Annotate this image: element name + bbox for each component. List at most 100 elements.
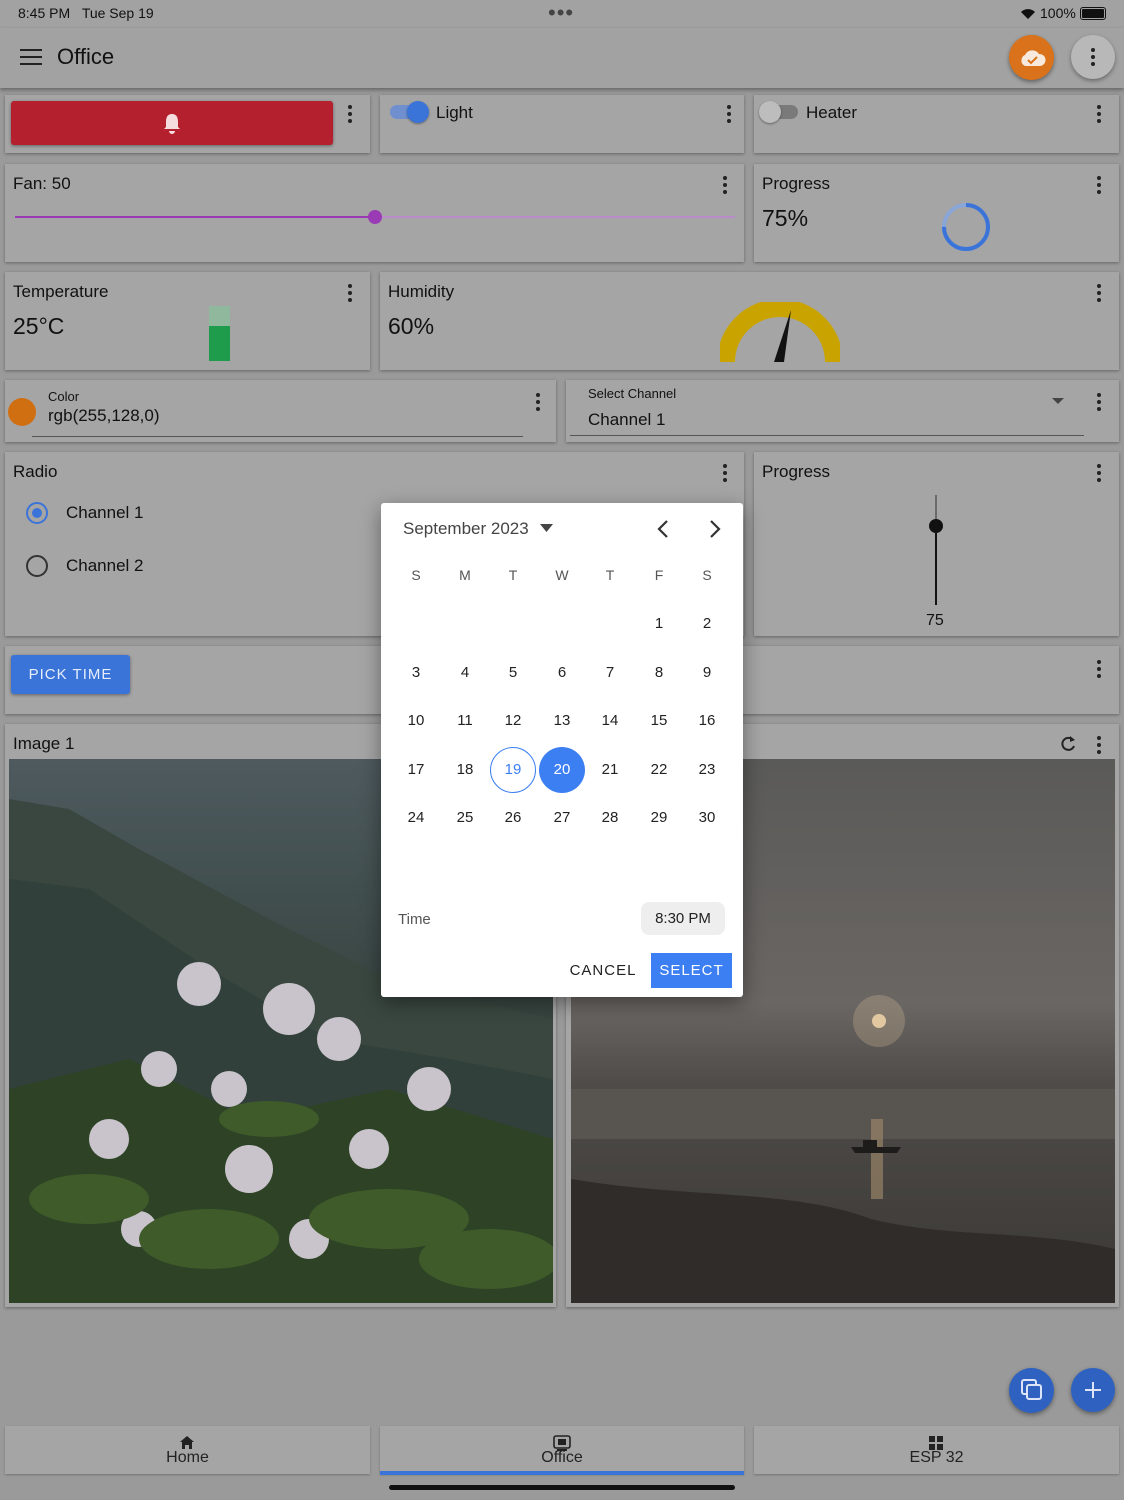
vertical-slider-thumb[interactable]	[929, 519, 943, 533]
card-menu-icon[interactable]	[348, 105, 352, 126]
radio-channel-2[interactable]	[26, 555, 48, 577]
previous-month-icon[interactable]	[656, 519, 670, 539]
copy-icon	[1021, 1379, 1042, 1400]
app-bar: Office	[0, 28, 1124, 88]
calendar-day[interactable]: 7	[587, 650, 633, 696]
calendar-day[interactable]: 23	[684, 747, 730, 793]
card-menu-icon[interactable]	[1097, 736, 1101, 757]
alarm-button[interactable]	[11, 101, 333, 145]
calendar-day[interactable]: 14	[587, 698, 633, 744]
tab-esp32-label: ESP 32	[909, 1449, 964, 1466]
calendar-day[interactable]: 26	[490, 795, 536, 841]
humidity-value: 60%	[388, 313, 435, 339]
grid-icon	[929, 1436, 943, 1450]
calendar-day[interactable]: 29	[636, 795, 682, 841]
radio-title: Radio	[13, 462, 58, 481]
weekday-header: M	[459, 567, 471, 583]
vertical-slider-track[interactable]	[929, 495, 943, 605]
calendar-day[interactable]: 4	[442, 650, 488, 696]
progress-value: 75%	[762, 205, 809, 231]
refresh-icon[interactable]	[1059, 735, 1077, 753]
calendar-day[interactable]: 17	[393, 747, 439, 793]
pick-time-button[interactable]: PICK TIME	[11, 655, 130, 694]
calendar-day[interactable]: 28	[587, 795, 633, 841]
calendar-day[interactable]: 10	[393, 698, 439, 744]
card-menu-icon[interactable]	[1097, 464, 1101, 485]
weekday-header: T	[605, 567, 615, 583]
progress2-value: 75	[926, 612, 944, 629]
humidity-gauge	[720, 302, 840, 363]
tab-office-label: Office	[541, 1449, 583, 1466]
light-toggle[interactable]	[390, 101, 429, 123]
fan-card: Fan: 50	[5, 164, 744, 262]
calendar-day[interactable]: 3	[393, 650, 439, 696]
calendar-day[interactable]: 16	[684, 698, 730, 744]
calendar-day[interactable]: 27	[539, 795, 585, 841]
temperature-title: Temperature	[13, 282, 109, 301]
calendar-day[interactable]: 1	[636, 601, 682, 647]
tab-home[interactable]: Home	[5, 1426, 370, 1474]
add-fab[interactable]	[1071, 1368, 1115, 1412]
dropdown-arrow-icon[interactable]	[1052, 398, 1064, 406]
fan-label: Fan: 50	[13, 174, 71, 193]
plus-icon	[1085, 1382, 1101, 1398]
tab-esp32[interactable]: ESP 32	[754, 1426, 1119, 1474]
calendar-day[interactable]: 8	[636, 650, 682, 696]
calendar-day-selected[interactable]: 20	[539, 746, 585, 793]
home-icon	[180, 1436, 194, 1449]
heater-toggle[interactable]	[759, 101, 798, 123]
fan-slider-thumb[interactable]	[368, 210, 382, 224]
menu-icon[interactable]	[20, 49, 42, 65]
tab-office[interactable]: Office	[380, 1426, 744, 1475]
card-menu-icon[interactable]	[1097, 284, 1101, 305]
month-year-label[interactable]: September 2023	[403, 519, 529, 539]
calendar-day[interactable]: 15	[636, 698, 682, 744]
weekday-header: T	[508, 567, 518, 583]
calendar-day[interactable]: 13	[539, 698, 585, 744]
progress-slider-card: Progress 75	[754, 452, 1119, 636]
copy-fab[interactable]	[1009, 1368, 1054, 1413]
time-value-button[interactable]: 8:30 PM	[641, 902, 725, 935]
calendar-day[interactable]: 12	[490, 698, 536, 744]
home-indicator[interactable]	[389, 1485, 735, 1490]
fan-slider-track[interactable]	[15, 210, 735, 224]
cloud-sync-button[interactable]	[1009, 35, 1054, 80]
calendar-day[interactable]: 18	[442, 747, 488, 793]
calendar-day[interactable]: 21	[587, 747, 633, 793]
calendar-day[interactable]: 30	[684, 795, 730, 841]
calendar-day[interactable]: 9	[684, 650, 730, 696]
color-swatch[interactable]	[8, 398, 36, 426]
calendar-day[interactable]: 5	[490, 650, 536, 696]
card-menu-icon[interactable]	[723, 464, 727, 485]
card-menu-icon[interactable]	[727, 105, 731, 126]
status-time: 8:45 PM Tue Sep 19	[18, 5, 154, 21]
calendar-day[interactable]: 22	[636, 747, 682, 793]
calendar-day[interactable]: 6	[539, 650, 585, 696]
card-menu-icon[interactable]	[1097, 393, 1101, 414]
card-menu-icon[interactable]	[1097, 176, 1101, 197]
calendar-day[interactable]: 24	[393, 795, 439, 841]
select-field-value[interactable]: Channel 1	[588, 410, 666, 430]
cancel-button[interactable]: CANCEL	[563, 954, 643, 988]
humidity-title: Humidity	[388, 282, 455, 301]
radio-label-2: Channel 2	[66, 556, 144, 575]
card-menu-icon[interactable]	[1097, 660, 1101, 681]
month-dropdown-icon[interactable]	[540, 524, 553, 532]
next-month-icon[interactable]	[708, 519, 722, 539]
calendar-day-today[interactable]: 19	[490, 746, 536, 793]
card-menu-icon[interactable]	[536, 393, 540, 414]
calendar-day[interactable]: 2	[684, 601, 730, 647]
color-field-value[interactable]: rgb(255,128,0)	[48, 406, 160, 426]
calendar-day[interactable]: 11	[442, 698, 488, 744]
select-field-label: Select Channel	[588, 386, 677, 401]
select-button[interactable]: SELECT	[651, 953, 732, 988]
card-menu-icon[interactable]	[348, 284, 352, 305]
page-title: Office	[57, 44, 115, 69]
calendar-day[interactable]: 25	[442, 795, 488, 841]
multitask-dots-icon[interactable]: •••	[548, 0, 574, 26]
status-bar: 8:45 PM Tue Sep 19 ••• 100%	[0, 0, 1124, 28]
card-menu-icon[interactable]	[723, 176, 727, 197]
more-options-button[interactable]	[1071, 35, 1115, 79]
card-menu-icon[interactable]	[1097, 105, 1101, 126]
radio-channel-1[interactable]	[26, 502, 48, 524]
